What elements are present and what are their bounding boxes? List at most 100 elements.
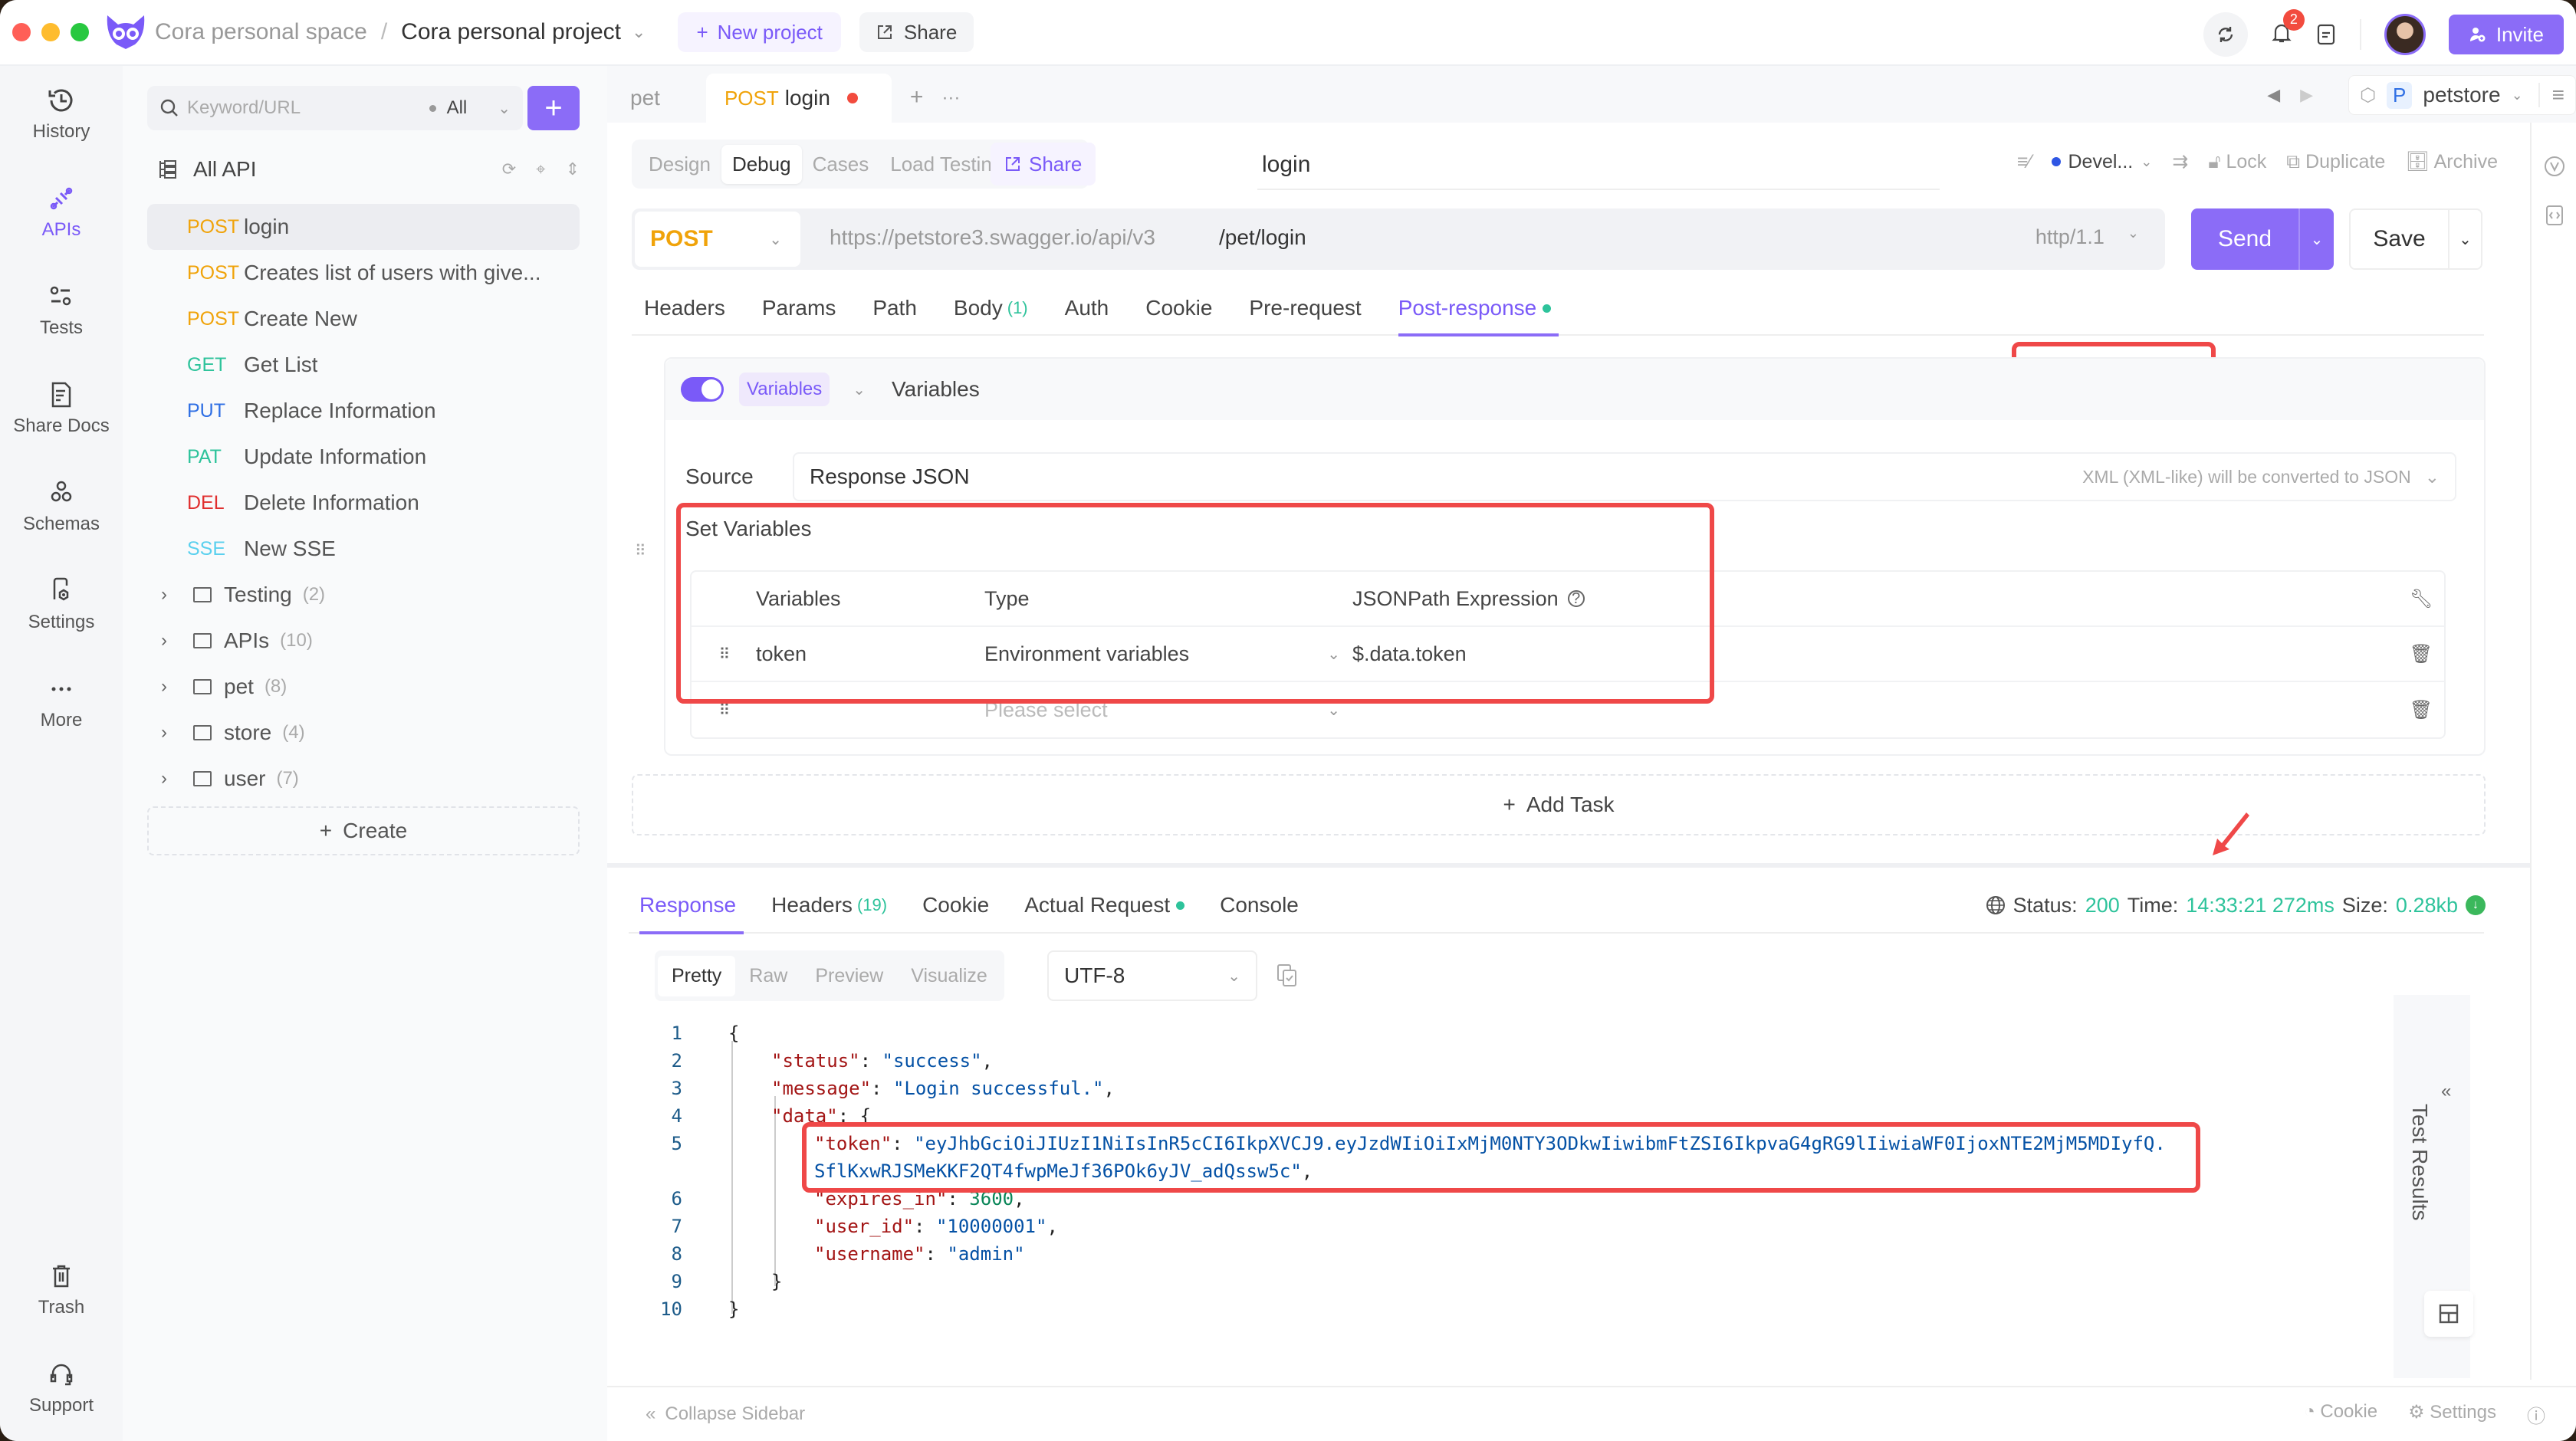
method-select[interactable]: POST ⌄: [635, 212, 800, 267]
chevron-down-icon[interactable]: ⌄: [853, 380, 866, 399]
filter-select[interactable]: All: [447, 97, 468, 119]
tree-root[interactable]: All API ⟳ ⌖ ⇕: [158, 150, 580, 189]
cookie-button[interactable]: ◔ Cookie: [2304, 1401, 2377, 1428]
lock-button[interactable]: 🔓︎ Lock: [2208, 151, 2266, 173]
new-tab-button[interactable]: +: [910, 84, 924, 110]
locate-icon[interactable]: ⌖: [536, 159, 545, 179]
refresh-icon[interactable]: ⟳: [502, 159, 516, 179]
new-project-button[interactable]: + New project: [678, 12, 841, 52]
chevron-down-icon[interactable]: ⌄: [498, 99, 511, 118]
encoding-select[interactable]: UTF-8 ⌄: [1047, 950, 1257, 1001]
notes-icon[interactable]: [2315, 23, 2337, 46]
maximize-window-button[interactable]: [71, 23, 89, 41]
tab-console[interactable]: Console: [1220, 878, 1299, 933]
sync-button[interactable]: [2203, 12, 2248, 57]
protocol-select[interactable]: http/1.1 ⌄: [2036, 225, 2139, 249]
api-item[interactable]: PAT Update Information: [147, 434, 580, 480]
api-item[interactable]: GET Get List: [147, 342, 580, 388]
invite-button[interactable]: Invite: [2448, 15, 2564, 54]
api-item[interactable]: PUT Replace Information: [147, 388, 580, 434]
menu-icon[interactable]: ≡: [2538, 83, 2564, 107]
send-button[interactable]: Send ⌄: [2191, 208, 2334, 270]
api-item[interactable]: POST Create New: [147, 296, 580, 342]
tab-body[interactable]: Body (1): [954, 281, 1028, 335]
tab-prev-icon[interactable]: ◀: [2267, 85, 2280, 105]
layout-toggle-button[interactable]: [2424, 1291, 2473, 1337]
breadcrumb-space[interactable]: Cora personal space: [155, 19, 367, 45]
api-item[interactable]: SSE New SSE: [147, 526, 580, 572]
api-item[interactable]: POST Creates list of users with give...: [147, 250, 580, 296]
tab-actual-request[interactable]: Actual Request: [1024, 878, 1185, 933]
tab-post-response[interactable]: Post-response: [1398, 281, 1559, 336]
save-button[interactable]: Save ⌄: [2349, 208, 2482, 270]
rail-item-tests[interactable]: Tests: [0, 282, 123, 339]
chevron-right-icon[interactable]: ›: [161, 722, 193, 743]
user-avatar[interactable]: [2384, 14, 2426, 55]
edit-doc-icon[interactable]: ≡⁄: [2017, 151, 2032, 173]
code-snippet-icon[interactable]: [2543, 204, 2566, 227]
tab-params[interactable]: Params: [762, 281, 836, 335]
folder-item[interactable]: › store (4): [147, 710, 580, 756]
tab-response[interactable]: Response: [639, 878, 744, 934]
format-pretty[interactable]: Pretty: [658, 955, 736, 996]
variables-icon[interactable]: [2543, 155, 2566, 178]
minimize-window-button[interactable]: [41, 23, 60, 41]
expand-test-results-icon[interactable]: «: [2441, 1081, 2451, 1102]
tab-headers[interactable]: Headers: [644, 281, 725, 335]
delete-row-icon[interactable]: 🗑︎: [2398, 699, 2444, 721]
search-bar[interactable]: Keyword/URL All ⌄: [147, 86, 523, 130]
more-tabs-icon[interactable]: ···: [941, 87, 960, 109]
folder-item[interactable]: › APIs (10): [147, 618, 580, 664]
breadcrumb-project[interactable]: Cora personal project: [401, 19, 621, 45]
api-item[interactable]: POST login: [147, 204, 580, 250]
panel-divider[interactable]: [607, 863, 2530, 868]
api-name-input[interactable]: login: [1262, 152, 1310, 178]
response-body[interactable]: 1 { 2 "status": "success", 3 "message": …: [629, 1016, 2377, 1430]
chevron-right-icon[interactable]: ›: [161, 584, 193, 606]
tab-cookie[interactable]: Cookie: [1145, 281, 1212, 335]
api-item[interactable]: DEL Delete Information: [147, 480, 580, 526]
task-type-tag[interactable]: Variables: [739, 373, 830, 406]
tab-login[interactable]: POST login: [705, 74, 892, 123]
mode-debug[interactable]: Debug: [721, 144, 802, 184]
download-icon[interactable]: ↓: [2466, 895, 2486, 915]
env-status-select[interactable]: Devel... ⌄: [2051, 151, 2152, 173]
env-settings-icon[interactable]: ⬡: [2360, 84, 2376, 107]
format-preview[interactable]: Preview: [801, 956, 897, 996]
tab-pet[interactable]: pet: [607, 74, 683, 123]
help-icon[interactable]: ⓘ: [2527, 1401, 2545, 1428]
send-options-icon[interactable]: ⌄: [2300, 230, 2334, 249]
rail-item-more[interactable]: More: [0, 675, 123, 731]
copy-icon[interactable]: [1276, 963, 1299, 989]
mode-cases[interactable]: Cases: [802, 145, 880, 184]
folder-item[interactable]: › Testing (2): [147, 572, 580, 618]
task-enabled-toggle[interactable]: [681, 377, 724, 402]
tab-response-cookie[interactable]: Cookie: [922, 878, 989, 933]
rail-item-share-docs[interactable]: Share Docs: [0, 380, 123, 437]
share-api-button[interactable]: Share: [991, 143, 1096, 185]
chevron-right-icon[interactable]: ›: [161, 676, 193, 698]
tab-response-headers[interactable]: Headers (19): [771, 878, 887, 933]
collapse-sidebar-button[interactable]: « Collapse Sidebar: [646, 1403, 805, 1425]
path-input[interactable]: /pet/login: [1219, 225, 1306, 250]
notifications-button[interactable]: 2: [2271, 8, 2305, 48]
duplicate-button[interactable]: ⧉ Duplicate: [2286, 151, 2385, 173]
test-results-label[interactable]: Test Results: [2407, 1104, 2432, 1221]
tab-auth[interactable]: Auth: [1065, 281, 1109, 335]
folder-item[interactable]: › pet (8): [147, 664, 580, 710]
share-project-button[interactable]: Share: [859, 12, 974, 52]
expand-collapse-icon[interactable]: ⇕: [566, 159, 580, 179]
delete-row-icon[interactable]: 🗑︎: [2398, 643, 2444, 665]
chevron-down-icon[interactable]: ⌄: [632, 22, 646, 42]
wrench-icon[interactable]: 🔧︎: [2398, 588, 2444, 610]
settings-button[interactable]: ⚙ Settings: [2408, 1401, 2496, 1428]
rail-item-schemas[interactable]: Schemas: [0, 478, 123, 535]
chevron-right-icon[interactable]: ›: [161, 768, 193, 789]
archive-button[interactable]: 🗄︎ Archive: [2405, 151, 2498, 173]
tab-next-icon[interactable]: ▶: [2300, 85, 2313, 105]
rail-item-apis[interactable]: APIs: [0, 184, 123, 241]
add-api-button[interactable]: +: [527, 86, 580, 130]
folder-item[interactable]: › user (7): [147, 756, 580, 802]
chevron-right-icon[interactable]: ›: [161, 630, 193, 652]
tab-path[interactable]: Path: [872, 281, 917, 335]
